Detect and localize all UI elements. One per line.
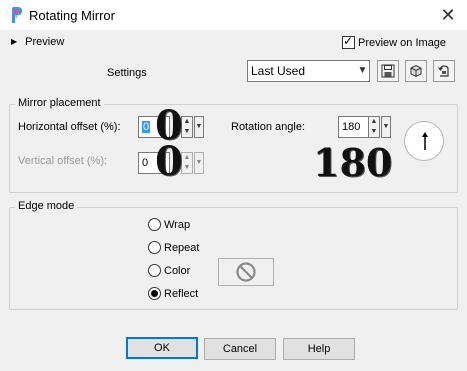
radio-button-selected[interactable] bbox=[148, 287, 161, 300]
edge-mode-color-label: Color bbox=[164, 264, 191, 277]
rotation-angle-menu-button[interactable]: ▼ bbox=[381, 116, 391, 138]
spin-down-icon[interactable]: ▼ bbox=[369, 127, 379, 137]
spin-down-icon[interactable]: ▼ bbox=[182, 163, 192, 173]
spin-up-icon[interactable]: ▲ bbox=[182, 117, 192, 127]
edge-mode-repeat-label: Repeat bbox=[164, 241, 200, 254]
spin-up-icon[interactable]: ▲ bbox=[369, 117, 379, 127]
edge-mode-legend: Edge mode bbox=[15, 200, 78, 212]
expand-arrow-icon: ▶ bbox=[11, 37, 18, 46]
delete-icon bbox=[410, 64, 422, 78]
vertical-offset-menu-button[interactable]: ▼ bbox=[194, 152, 204, 174]
radio-button[interactable] bbox=[148, 264, 161, 277]
rotation-angle-spinner[interactable]: ▲ ▼ bbox=[368, 116, 380, 138]
chevron-down-icon[interactable]: ▼ bbox=[355, 61, 369, 81]
rotation-angle-input[interactable]: 180 bbox=[338, 116, 370, 138]
preview-on-image-checkbox[interactable]: ✓ Preview on Image bbox=[342, 34, 447, 49]
psp-app-icon bbox=[12, 7, 22, 23]
spin-up-icon[interactable]: ▲ bbox=[182, 153, 192, 163]
vertical-offset-overlay-text: 0 bbox=[155, 138, 183, 185]
mirror-placement-legend: Mirror placement bbox=[15, 97, 104, 109]
vertical-offset-label: Vertical offset (%): bbox=[18, 155, 108, 167]
horizontal-offset-label: Horizontal offset (%): bbox=[18, 121, 121, 133]
reset-icon bbox=[438, 65, 449, 77]
edge-mode-wrap-radio[interactable]: Wrap bbox=[148, 218, 190, 231]
save-preset-button[interactable] bbox=[377, 60, 399, 82]
settings-label: Settings bbox=[107, 67, 147, 79]
rotation-angle-label: Rotation angle: bbox=[231, 121, 305, 133]
delete-preset-button[interactable] bbox=[405, 60, 427, 82]
preset-value: Last Used bbox=[251, 64, 306, 78]
preview-on-image-box[interactable]: ✓ bbox=[342, 34, 355, 49]
radio-dot bbox=[151, 290, 158, 297]
help-button[interactable]: Help bbox=[283, 338, 355, 360]
close-button[interactable]: ✕ bbox=[436, 4, 460, 26]
vertical-offset-value: 0 bbox=[142, 157, 149, 169]
edge-mode-repeat-radio[interactable]: Repeat bbox=[148, 241, 199, 254]
cancel-button[interactable]: Cancel bbox=[204, 338, 276, 360]
reset-preset-button[interactable] bbox=[433, 60, 455, 82]
window-title: Rotating Mirror bbox=[29, 8, 115, 23]
angle-dial-icon bbox=[422, 132, 428, 150]
edge-mode-reflect-label: Reflect bbox=[164, 287, 199, 300]
checkmark-icon: ✓ bbox=[343, 34, 354, 48]
no-color-icon bbox=[236, 262, 256, 282]
radio-button[interactable] bbox=[148, 241, 161, 254]
preview-toggle[interactable]: ▶ Preview bbox=[11, 36, 64, 48]
horizontal-offset-menu-button[interactable]: ▼ bbox=[194, 116, 204, 138]
rotation-angle-value: 180 bbox=[342, 121, 361, 133]
save-icon bbox=[381, 64, 395, 78]
edge-color-swatch[interactable] bbox=[218, 258, 274, 286]
ok-button[interactable]: OK bbox=[126, 337, 198, 359]
rotating-mirror-dialog: Rotating Mirror ✕ ▶ Preview ✓ Preview on I… bbox=[0, 0, 467, 371]
rotation-angle-overlay-text: 180 bbox=[313, 140, 393, 185]
horizontal-offset-value: 0 bbox=[142, 121, 151, 133]
radio-button[interactable] bbox=[148, 218, 161, 231]
edge-mode-wrap-label: Wrap bbox=[164, 218, 191, 231]
edge-mode-color-radio[interactable]: Color bbox=[148, 264, 190, 277]
preview-toggle-label: Preview bbox=[25, 36, 65, 48]
angle-dial[interactable] bbox=[404, 121, 444, 161]
preset-dropdown[interactable]: Last Used ▼ bbox=[247, 60, 370, 82]
spin-down-icon[interactable]: ▼ bbox=[182, 127, 192, 137]
edge-mode-reflect-radio[interactable]: Reflect bbox=[148, 287, 198, 300]
preview-on-image-label: Preview on Image bbox=[358, 36, 447, 49]
